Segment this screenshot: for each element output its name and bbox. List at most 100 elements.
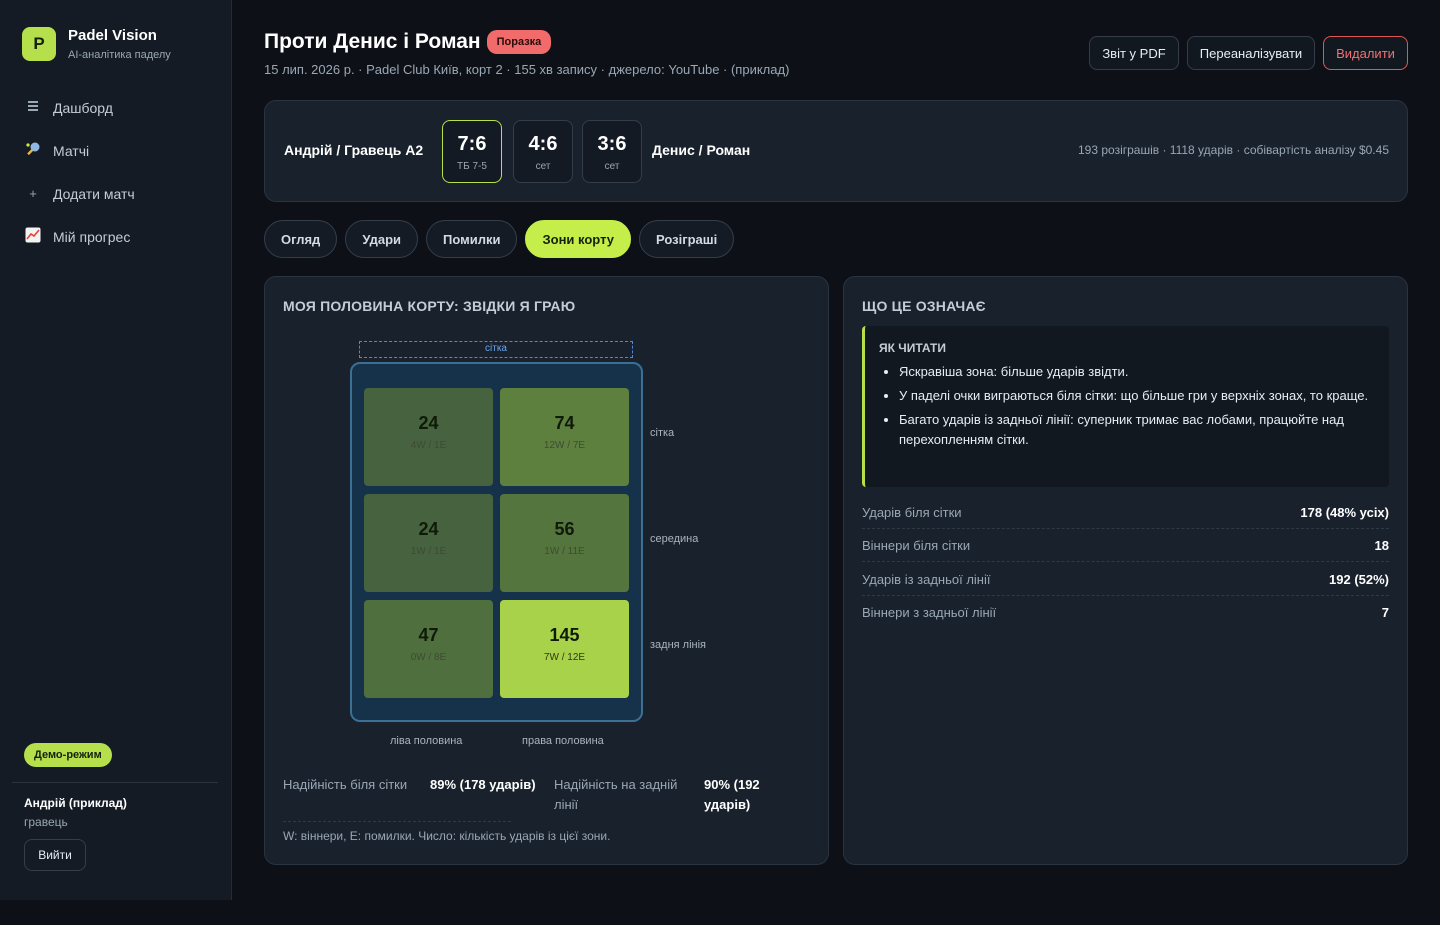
set-score-1: 7:6 ТБ 7-5	[442, 120, 502, 183]
title-row: Проти Денис і Роман Поразка	[264, 30, 552, 54]
racket-icon	[25, 141, 41, 160]
tab-bar: Огляд Удари Помилки Зони корту Розіграші	[264, 220, 735, 258]
dashboard-icon	[25, 100, 41, 115]
stat-value: 7	[1381, 605, 1389, 620]
zone-mid-left[interactable]: 24 1W / 1E	[364, 494, 493, 592]
stat-label: Віннери з задньої лінії	[862, 605, 997, 620]
stat-row-back-winners: Віннери з задньої лінії 7	[862, 596, 1389, 629]
stat-value: 178 (48% усіх)	[1300, 504, 1389, 520]
zone-legend-note: W: віннери, E: помилки. Число: кількість…	[283, 829, 611, 843]
row-label-middle: середина	[650, 533, 699, 545]
zone-back-right[interactable]: 145 7W / 12E	[500, 600, 629, 698]
zone-winners-errors: 7W / 12E	[543, 652, 586, 663]
chart-icon	[25, 227, 41, 246]
zone-winners-errors: 1W / 11E	[544, 546, 585, 557]
sidebar: P Padel Vision AI-аналітика паделу Дашбо…	[0, 0, 232, 900]
how-to-read-title: ЯК ЧИТАТИ	[879, 341, 946, 355]
set-score-sub: ТБ 7-5	[457, 161, 487, 172]
zone-count: 74	[554, 413, 575, 433]
sidebar-nav: Дашборд Матчі + Додати матч Мій прогрес	[14, 86, 218, 258]
set-score-sub: сет	[604, 161, 620, 172]
row-label-net: сітка	[650, 427, 675, 439]
court-zones-card: МОЯ ПОЛОВИНА КОРТУ: ЗВІДКИ Я ГРАЮ сітка …	[264, 276, 829, 865]
plus-icon: +	[29, 186, 37, 201]
back-reliability-label: Надійність на задній лінії	[554, 777, 678, 812]
row-label-baseline: задня лінія	[650, 639, 707, 651]
team-left: Андрій / Гравець А2	[284, 142, 424, 158]
zone-net-left[interactable]: 24 4W / 1E	[364, 388, 493, 486]
zone-count: 145	[549, 625, 580, 645]
page-title: Проти Денис і Роман	[264, 30, 481, 53]
match-meta: 15 лип. 2026 р. · Padel Club Київ, корт …	[264, 62, 790, 77]
tab-overview[interactable]: Огляд	[264, 220, 338, 258]
zone-winners-errors: 0W / 8E	[410, 652, 447, 663]
meaning-card: ЩО ЦЕ ОЗНАЧАЄ ЯК ЧИТАТИ Яскравіша зона: …	[843, 276, 1408, 865]
net-line: сітка	[359, 341, 633, 358]
zone-net-right[interactable]: 74 12W / 7E	[500, 388, 629, 486]
sidebar-item-matches[interactable]: Матчі	[14, 129, 218, 172]
stat-value: 18	[1374, 537, 1389, 553]
zone-winners-errors: 4W / 1E	[410, 440, 447, 451]
sidebar-item-label: Додати матч	[53, 185, 135, 202]
stat-row-net-winners: Віннери біля сітки 18	[862, 529, 1389, 562]
delete-button[interactable]: Видалити	[1323, 36, 1408, 70]
stat-row-net-shots: Ударів біля сітки 178 (48% усіх)	[862, 496, 1389, 529]
match-stats-summary: 193 розіграшів · 1118 ударів · собіварті…	[1078, 143, 1389, 157]
brand-logo: P	[22, 27, 56, 61]
back-reliability-value: 90% (192 ударів)	[704, 777, 760, 812]
zone-winners-errors: 1W / 1E	[410, 546, 447, 557]
net-reliability-value: 89% (178 ударів)	[430, 777, 536, 792]
list-item: Яскравіша зона: більше ударів звідти.	[899, 362, 1379, 382]
user-name: Андрій (приклад)	[24, 796, 127, 810]
user-role: гравець	[24, 815, 68, 829]
zone-count: 24	[418, 519, 439, 539]
team-right: Денис / Роман	[652, 142, 751, 158]
sidebar-item-label: Дашборд	[53, 99, 113, 116]
sidebar-item-dashboard[interactable]: Дашборд	[14, 86, 218, 129]
net-label: сітка	[485, 343, 507, 354]
stat-label: Віннери біля сітки	[862, 537, 971, 553]
zone-count: 24	[418, 413, 439, 433]
zone-mid-right[interactable]: 56 1W / 11E	[500, 494, 629, 592]
zone-count: 56	[554, 519, 575, 539]
set-score-value: 7:6	[457, 133, 487, 155]
tab-shots[interactable]: Удари	[345, 220, 418, 258]
sidebar-item-label: Мій прогрес	[53, 228, 131, 245]
brand-subtitle: AI-аналітика паделу	[68, 49, 171, 61]
col-label-left: ліва половина	[390, 735, 463, 747]
set-score-3: 3:6 сет	[582, 120, 642, 183]
zone-back-left[interactable]: 47 0W / 8E	[364, 600, 493, 698]
stat-value: 192 (52%)	[1329, 571, 1389, 587]
tab-court-zones[interactable]: Зони корту	[525, 220, 631, 258]
set-score-value: 4:6	[528, 133, 558, 155]
zone-winners-errors: 12W / 7E	[543, 440, 586, 451]
stat-label: Ударів із задньої лінії	[862, 571, 991, 587]
reliability-divider	[283, 821, 511, 822]
tab-errors[interactable]: Помилки	[426, 220, 518, 258]
list-item: Багато ударів із задньої лінії: суперник…	[899, 410, 1379, 450]
court-diagram: 24 4W / 1E 74 12W / 7E 24 1W / 1E 56 1W …	[350, 362, 643, 722]
reanalyze-button[interactable]: Переаналізувати	[1187, 36, 1315, 70]
net-reliability-label: Надійність біля сітки	[283, 777, 408, 792]
brand-name: Padel Vision	[68, 27, 157, 44]
result-badge: Поразка	[486, 30, 552, 54]
stat-label: Ударів біля сітки	[862, 504, 962, 520]
tab-rallies[interactable]: Розіграші	[639, 220, 735, 258]
stat-row-back-shots: Ударів із задньої лінії 192 (52%)	[862, 563, 1389, 596]
how-to-read-list: Яскравіша зона: більше ударів звідти. У …	[899, 362, 1379, 454]
court-card-title: МОЯ ПОЛОВИНА КОРТУ: ЗВІДКИ Я ГРАЮ	[283, 298, 576, 314]
sidebar-item-add-match[interactable]: + Додати матч	[14, 172, 218, 215]
logout-button[interactable]: Вийти	[24, 839, 86, 871]
meaning-card-title: ЩО ЦЕ ОЗНАЧАЄ	[862, 298, 986, 314]
score-panel: Андрій / Гравець А2 7:6 ТБ 7-5 4:6 сет 3…	[264, 100, 1408, 202]
demo-mode-badge: Демо-режим	[24, 743, 112, 767]
how-to-read-box: ЯК ЧИТАТИ Яскравіша зона: більше ударів …	[862, 326, 1389, 487]
pdf-report-button[interactable]: Звіт у PDF	[1089, 36, 1179, 70]
brand[interactable]: P Padel Vision AI-аналітика паделу	[22, 27, 171, 61]
zone-count: 47	[418, 625, 439, 645]
sidebar-item-progress[interactable]: Мій прогрес	[14, 215, 218, 258]
set-score-sub: сет	[535, 161, 551, 172]
set-score-2: 4:6 сет	[513, 120, 573, 183]
sidebar-divider	[12, 782, 218, 783]
sidebar-item-label: Матчі	[53, 142, 90, 159]
